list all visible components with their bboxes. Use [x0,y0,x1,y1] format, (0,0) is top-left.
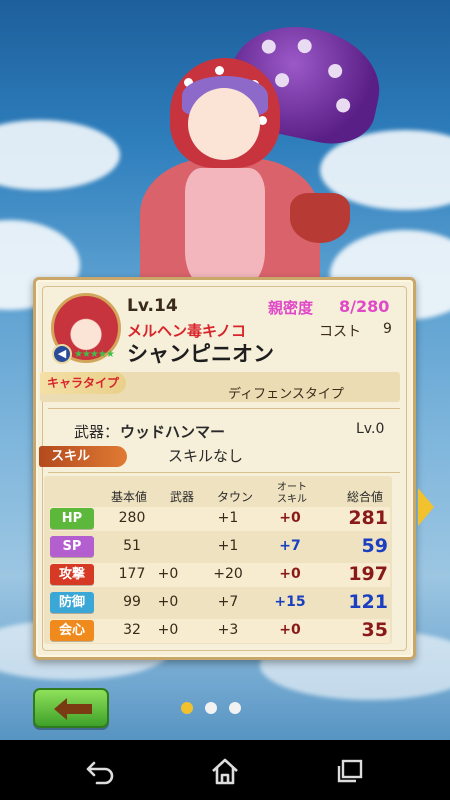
page-dot[interactable] [229,702,241,714]
pagination-dots [181,702,245,716]
header-auto-line2: スキル [277,494,307,505]
weapon-label: 武器： [74,423,120,441]
stat-label-critical: 会心 [50,620,94,641]
stat-base: 99 [123,594,141,610]
character-name: シャンピニオン [127,342,274,366]
stat-weapon: +0 [157,566,179,582]
stat-auto: +15 [274,594,306,610]
page-dot[interactable] [205,702,217,714]
stat-total: 197 [348,563,388,585]
stat-auto: +0 [279,510,301,526]
back-button[interactable] [33,688,109,728]
next-page-arrow-icon[interactable] [418,488,434,526]
stat-row-critical: 会心 32 +0 +3 +0 35 [50,619,390,643]
stat-base: 280 [118,510,146,526]
stat-weapon: +0 [157,622,179,638]
header-auto-line1: オート [277,482,307,493]
android-recent-apps-icon[interactable] [335,757,365,785]
stat-weapon: +0 [157,594,179,610]
cost-value: 9 [383,321,392,337]
attribute-icon: ◀ [52,344,72,364]
stat-auto: +0 [279,622,301,638]
stat-total: 281 [348,507,388,529]
character-level: Lv.14 [127,296,178,316]
android-home-icon[interactable] [210,757,240,785]
star-rating: ★★★★★ [74,349,115,360]
stat-town: +1 [217,538,239,554]
affection-value: 8/280 [339,297,390,316]
header-total: 総合値 [346,490,383,504]
affection-label: 親密度 [268,299,314,317]
divider [48,408,400,409]
stat-town: +7 [217,594,239,610]
character-illustration [100,13,390,298]
skill-label: スキル [39,446,127,467]
skill-value: スキルなし [168,447,244,465]
header-base: 基本値 [110,490,147,504]
stat-auto: +7 [279,538,301,554]
chara-type-value: ディフェンスタイプ [228,387,344,402]
android-back-icon[interactable] [85,757,115,785]
cost-label: コスト [319,324,361,340]
header-weapon: 武器 [169,490,194,504]
stat-label-attack: 攻撃 [50,564,94,585]
stat-label-hp: HP [50,508,94,529]
stat-town: +3 [217,622,239,638]
mushroom-basket [290,193,350,243]
system-navigation-bar [0,740,450,800]
stat-total: 35 [361,619,388,641]
stat-row-sp: SP 51 +1 +7 59 [50,535,390,559]
stat-label-sp: SP [50,536,94,557]
chara-type-label: キャラタイプ [40,372,126,394]
weapon-level: Lv.0 [356,421,385,437]
stat-row-defense: 防御 99 +0 +7 +15 121 [50,591,390,615]
weapon-name: ウッドハンマー [120,423,226,441]
divider [48,472,400,473]
stat-base: 51 [123,538,141,554]
stat-town: +20 [213,566,243,582]
stat-base: 32 [123,622,141,638]
header-auto-skill: オート スキル [268,482,316,506]
character-apron [185,168,265,288]
stat-row-hp: HP 280 +1 +0 281 [50,507,390,531]
character-face [188,88,260,160]
page-dot-active[interactable] [181,702,193,714]
stat-town: +1 [217,510,239,526]
left-arrow-icon [54,698,92,720]
stat-auto: +0 [279,566,301,582]
stat-row-attack: 攻撃 177 +0 +20 +0 197 [50,563,390,587]
stat-total: 59 [361,535,388,557]
stat-label-defense: 防御 [50,592,94,613]
header-town: タウン [216,490,253,504]
stat-base: 177 [118,566,146,582]
stat-total: 121 [348,591,388,613]
